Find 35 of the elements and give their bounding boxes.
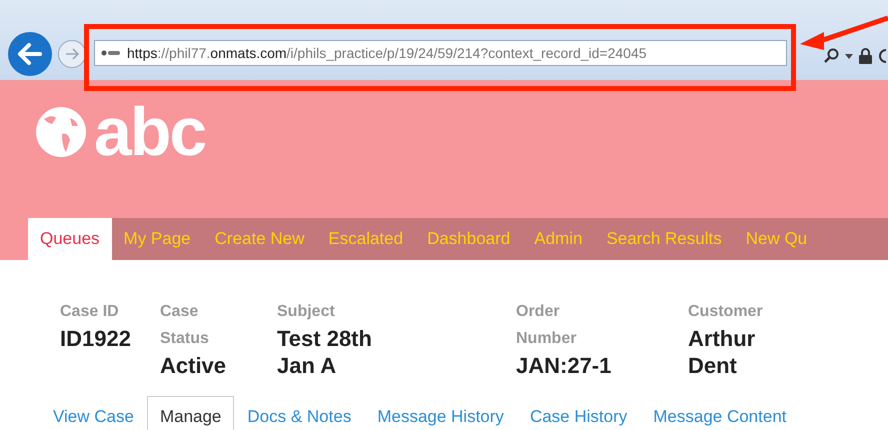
nav-tab[interactable]: Escalated bbox=[316, 218, 416, 260]
forward-button[interactable] bbox=[58, 40, 86, 68]
caret-icon[interactable] bbox=[845, 54, 853, 58]
arrow-right-icon bbox=[65, 48, 79, 60]
field-value: Arthur Dent bbox=[688, 325, 756, 379]
field-label: Case ID bbox=[60, 302, 120, 322]
field-label: Subject bbox=[277, 302, 336, 322]
field-label: Customer bbox=[688, 302, 764, 322]
field-label: Case Status bbox=[160, 302, 210, 349]
case-tab[interactable]: Docs & Notes bbox=[234, 396, 364, 430]
back-button[interactable] bbox=[8, 32, 52, 76]
nav-tab[interactable]: New Qu bbox=[734, 218, 820, 260]
globe-icon bbox=[34, 104, 88, 160]
case-tab[interactable]: Message Content bbox=[640, 396, 800, 430]
url-text: https://phil77.onmats.com/i/phils_practice/p/19/24/59/214?context_record_id=24045 bbox=[127, 44, 647, 63]
field-value: JAN:27-1 bbox=[516, 352, 612, 379]
field-value: Test 28th Jan A bbox=[277, 325, 373, 379]
arrow-left-icon bbox=[18, 43, 42, 65]
nav-tab[interactable]: Create New bbox=[202, 218, 316, 260]
lock-icon bbox=[859, 48, 872, 64]
nav-tab[interactable]: Dashboard bbox=[415, 218, 522, 260]
nav-tab[interactable]: My Page bbox=[112, 218, 203, 260]
field-value: Active bbox=[160, 352, 228, 379]
case-tab[interactable]: Manage bbox=[146, 396, 234, 430]
site-icon bbox=[101, 49, 121, 57]
nav-tab[interactable]: Queues bbox=[28, 218, 112, 260]
case-tab[interactable]: View Case bbox=[40, 396, 147, 430]
search-icon[interactable] bbox=[823, 48, 839, 64]
nav-tab[interactable]: Search Results bbox=[594, 218, 734, 260]
logo-text: abc bbox=[94, 100, 206, 164]
case-tab[interactable]: Case History bbox=[516, 396, 640, 430]
nav-tab[interactable]: Admin bbox=[522, 218, 594, 260]
case-tab[interactable]: Message History bbox=[364, 396, 517, 430]
address-field[interactable]: https://phil77.onmats.com/i/phils_practice/p/19/24/59/214?context_record_id=24045 bbox=[94, 40, 787, 66]
field-label: Order Number bbox=[516, 302, 578, 349]
